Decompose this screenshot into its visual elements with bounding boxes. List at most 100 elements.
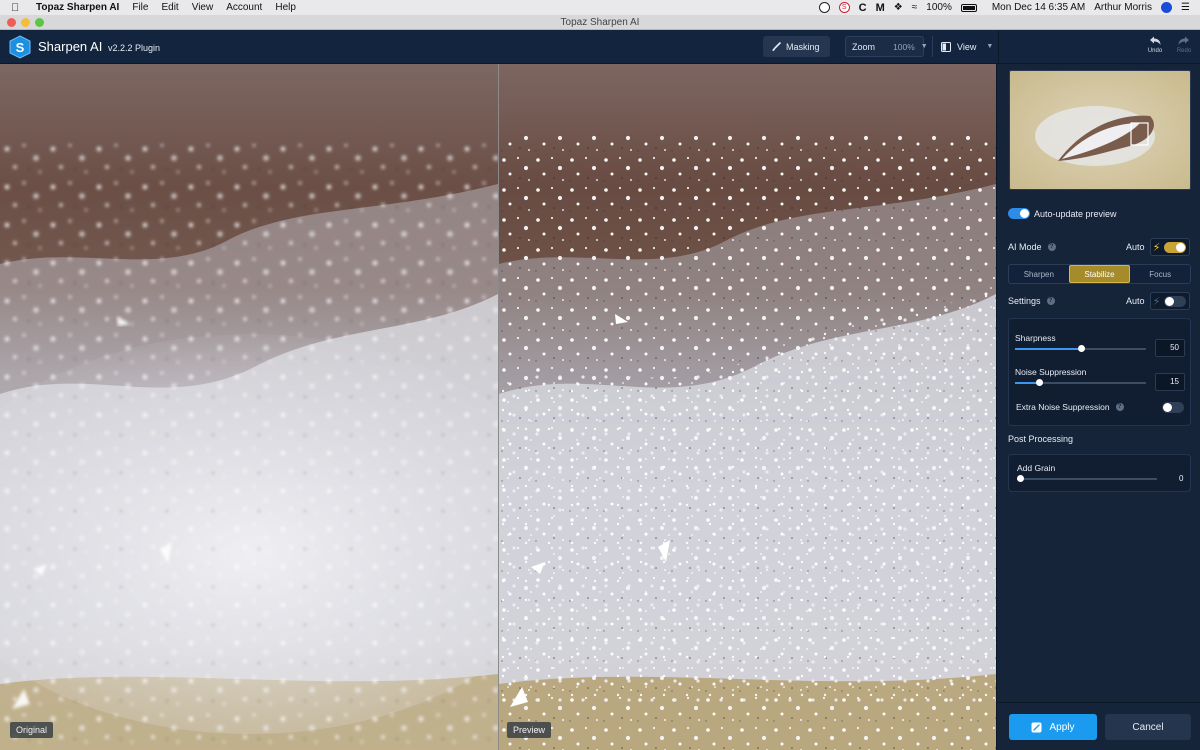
cancel-button[interactable]: Cancel [1105, 714, 1191, 740]
preview-image-pane[interactable]: Preview [499, 64, 996, 750]
battery-percent: 100% [926, 2, 952, 13]
apply-label: Apply [1049, 721, 1075, 733]
add-grain-slider[interactable] [1016, 475, 1157, 482]
original-photo [0, 64, 498, 750]
noise-suppression-slider[interactable] [1015, 379, 1146, 386]
battery-icon[interactable] [960, 3, 977, 12]
ai-mode-row: AI Mode ? [1008, 242, 1056, 252]
view-dropdown[interactable]: View ▼ [932, 36, 998, 57]
ai-mode-selector: Sharpen Stabilize Focus [1008, 264, 1191, 284]
auto-update-label: Auto-update preview [1034, 208, 1117, 219]
original-image-pane[interactable]: Original [0, 64, 498, 750]
apply-button[interactable]: Apply [1009, 714, 1097, 740]
apply-icon [1031, 722, 1042, 732]
window-titlebar: Topaz Sharpen AI [0, 15, 1200, 30]
cancel-label: Cancel [1132, 721, 1164, 733]
chevron-down-icon: ▼ [986, 43, 994, 50]
noise-suppression-slider-handle[interactable] [1035, 379, 1043, 386]
post-processing-box: Add Grain 0 [1008, 454, 1191, 492]
minimize-window-icon[interactable] [21, 18, 30, 27]
redo-label: Redo [1176, 48, 1192, 54]
chevron-down-icon: ▼ [920, 43, 928, 50]
ai-mode-auto-control[interactable]: ⚡ [1149, 238, 1190, 256]
zoom-label: Zoom [852, 41, 876, 52]
add-grain-slider-handle[interactable] [1016, 475, 1024, 482]
menu-view[interactable]: View [192, 2, 214, 13]
auto-update-toggle[interactable] [1008, 208, 1030, 219]
menu-app-name[interactable]: Topaz Sharpen AI [36, 2, 119, 13]
apple-icon[interactable]:  [11, 2, 23, 14]
add-grain-label: Add Grain [1017, 463, 1056, 473]
navigator-image [1010, 71, 1190, 189]
noise-suppression-label: Noise Suppression [1015, 367, 1087, 377]
zoom-window-icon[interactable] [35, 18, 44, 27]
lightning-icon: ⚡ [1152, 295, 1161, 308]
auto-update-row: Auto-update preview [1008, 208, 1117, 219]
zoom-value: 100% [893, 41, 915, 52]
ai-mode-auto-label: Auto [1126, 242, 1145, 252]
menu-help[interactable]: Help [275, 2, 296, 13]
wifi-icon[interactable]: ≈ [912, 2, 918, 13]
window-controls [7, 18, 44, 27]
user-name[interactable]: Arthur Morris [1094, 2, 1152, 13]
siri-icon[interactable] [1161, 2, 1173, 13]
help-icon[interactable]: ? [1046, 297, 1055, 305]
app-title: Sharpen AI v2.2.2 Plugin [38, 39, 160, 54]
undo-icon [1150, 36, 1161, 45]
settings-box: Sharpness 50 Noise Suppression 15 Extra … [1008, 318, 1191, 426]
undo-button[interactable]: Undo [1144, 35, 1166, 54]
extra-noise-toggle[interactable] [1162, 402, 1184, 413]
noise-suppression-value-field[interactable]: 15 [1155, 373, 1185, 391]
control-center-icon[interactable]: ☰ [1181, 2, 1190, 13]
menu-account[interactable]: Account [226, 2, 262, 13]
menubar-status-area: S C M ❖ ≈ 100% Mon Dec 14 6:35 AM Arthur… [818, 2, 1200, 14]
m-app-icon[interactable]: M [876, 2, 885, 14]
masking-button[interactable]: Masking [763, 36, 830, 57]
zoom-dropdown[interactable]: Zoom 100% ▼ [845, 36, 928, 57]
c-app-icon[interactable]: C [859, 2, 867, 14]
menu-edit[interactable]: Edit [161, 2, 178, 13]
preview-label: Preview [507, 722, 552, 738]
app-version: v2.2.2 Plugin [107, 43, 160, 53]
help-icon[interactable]: ? [1047, 243, 1056, 251]
sharpness-slider-fill [1015, 348, 1081, 350]
preview-photo [499, 64, 996, 750]
svg-text:S: S [16, 40, 25, 55]
settings-auto-toggle[interactable] [1164, 295, 1187, 307]
settings-auto-control[interactable]: ⚡ [1149, 292, 1190, 310]
clock[interactable]: Mon Dec 14 6:35 AM [992, 2, 1085, 13]
help-icon[interactable]: ? [1115, 403, 1124, 411]
topaz-logo-icon: S [9, 35, 31, 59]
sharpness-label: Sharpness [1015, 333, 1056, 343]
ai-mode-auto-group: Auto ⚡ [1126, 238, 1190, 256]
extra-noise-row: Extra Noise Suppression ? [1016, 402, 1124, 412]
redo-icon [1178, 36, 1189, 45]
toolbar-divider [998, 30, 999, 64]
system-menubar:  Topaz Sharpen AI File Edit View Accoun… [0, 0, 1200, 15]
mode-sharpen[interactable]: Sharpen [1009, 265, 1069, 283]
menu-file[interactable]: File [132, 2, 148, 13]
sharpness-value-field[interactable]: 50 [1155, 339, 1185, 357]
creative-cloud-icon[interactable] [818, 2, 830, 13]
redo-button[interactable]: Redo [1173, 35, 1195, 54]
app-title-text: Sharpen AI [38, 39, 103, 54]
sharpness-slider[interactable] [1015, 345, 1146, 352]
split-view-icon [941, 41, 951, 52]
view-label: View [957, 41, 977, 52]
dropbox-icon[interactable]: ❖ [894, 2, 903, 13]
sharpness-slider-handle[interactable] [1077, 345, 1085, 352]
masking-label: Masking [786, 41, 820, 52]
extra-noise-label: Extra Noise Suppression [1016, 402, 1110, 412]
navigator-thumbnail[interactable] [1009, 70, 1191, 190]
ai-mode-auto-toggle[interactable] [1164, 241, 1187, 253]
s-app-icon[interactable]: S [838, 2, 850, 13]
settings-panel: Auto-update preview AI Mode ? Auto ⚡ Sha… [996, 64, 1200, 750]
app-toolbar: S Sharpen AI v2.2.2 Plugin Masking Zoom … [0, 30, 1200, 64]
ai-mode-label: AI Mode [1008, 242, 1042, 252]
undo-label: Undo [1147, 48, 1163, 54]
window-title: Topaz Sharpen AI [560, 17, 640, 28]
original-label: Original [10, 722, 54, 738]
mode-focus[interactable]: Focus [1130, 265, 1190, 283]
mode-stabilize[interactable]: Stabilize [1068, 265, 1131, 283]
close-window-icon[interactable] [7, 18, 16, 27]
